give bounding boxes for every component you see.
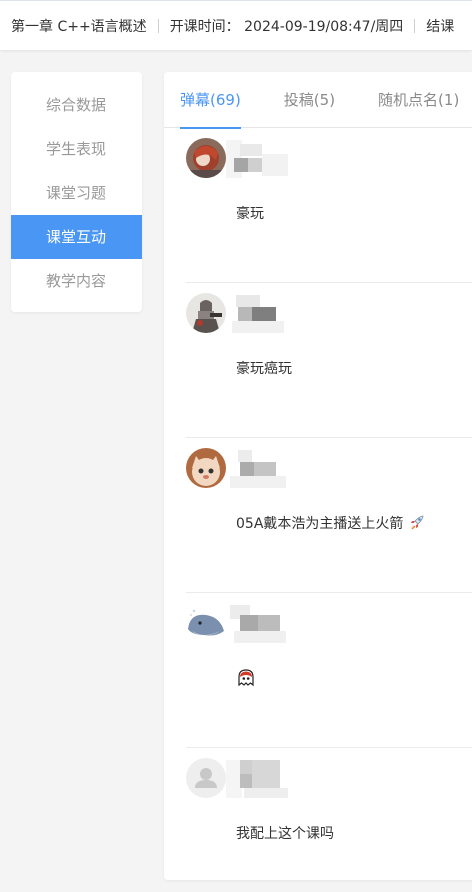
blurred-username [226, 605, 288, 643]
start-time: 开课时间： 2024-09-19/08:47/周四 [159, 16, 415, 36]
message-content: 05A戴本浩为主播送上火箭 [236, 516, 404, 532]
interaction-panel: 弹幕(69) 投稿(5) 随机点名(1) 豪玩 豪玩癌玩 05A戴本浩为主播送上… [164, 72, 472, 880]
blurred-username [226, 760, 288, 798]
message-content: 豪玩 [236, 206, 264, 222]
message-content: 豪玩癌玩 [236, 361, 292, 377]
tab-submissions[interactable]: 投稿(5) [284, 72, 335, 128]
rocket-icon [408, 513, 426, 535]
message-list: 豪玩 豪玩癌玩 05A戴本浩为主播送上火箭 我配上这个课吗 [164, 128, 472, 880]
message-text: 豪玩 [236, 203, 264, 223]
message-text: 豪玩癌玩 [236, 358, 292, 378]
end-label: 结课 [426, 18, 455, 35]
blurred-username [226, 450, 288, 488]
tab-random-call[interactable]: 随机点名(1) [378, 72, 459, 128]
sidebar-item-exercises[interactable]: 课堂习题 [11, 171, 142, 215]
chapter-title: 第一章 C++语言概述 [11, 18, 147, 35]
message-item: 豪玩 [164, 128, 472, 283]
message-item: 我配上这个课吗 [164, 748, 472, 880]
avatar-whale-icon[interactable] [186, 603, 226, 643]
message-item: 05A戴本浩为主播送上火箭 [164, 438, 472, 593]
start-time-label: 开课时间： [169, 18, 240, 35]
ghost-icon [236, 668, 256, 692]
tab-danmaku[interactable]: 弹幕(69) [180, 72, 241, 129]
message-text [236, 668, 256, 692]
message-content: 我配上这个课吗 [236, 826, 334, 842]
message-text: 05A戴本浩为主播送上火箭 [236, 513, 426, 535]
avatar-soldier-icon[interactable] [186, 293, 226, 333]
course-header: 第一章 C++语言概述 开课时间： 2024-09-19/08:47/周四 结课 [0, 0, 472, 50]
sidebar-item-content[interactable]: 教学内容 [11, 259, 142, 303]
sidebar-item-overview[interactable]: 综合数据 [11, 83, 142, 127]
sidebar-item-student-performance[interactable]: 学生表现 [11, 127, 142, 171]
start-time-value: 2024-09-19/08:47/周四 [244, 18, 404, 35]
avatar-default-person-icon[interactable] [186, 758, 226, 798]
sidebar-nav: 综合数据 学生表现 课堂习题 课堂互动 教学内容 [11, 72, 142, 312]
sidebar-item-interaction[interactable]: 课堂互动 [11, 215, 142, 259]
tab-bar: 弹幕(69) 投稿(5) 随机点名(1) [164, 72, 472, 129]
message-text: 我配上这个课吗 [236, 823, 334, 843]
message-item: 豪玩癌玩 [164, 283, 472, 438]
blurred-username [226, 295, 288, 333]
blurred-username [226, 140, 288, 178]
avatar-red-hair-icon[interactable] [186, 138, 226, 178]
avatar-cat-icon[interactable] [186, 448, 226, 488]
message-item [164, 593, 472, 748]
